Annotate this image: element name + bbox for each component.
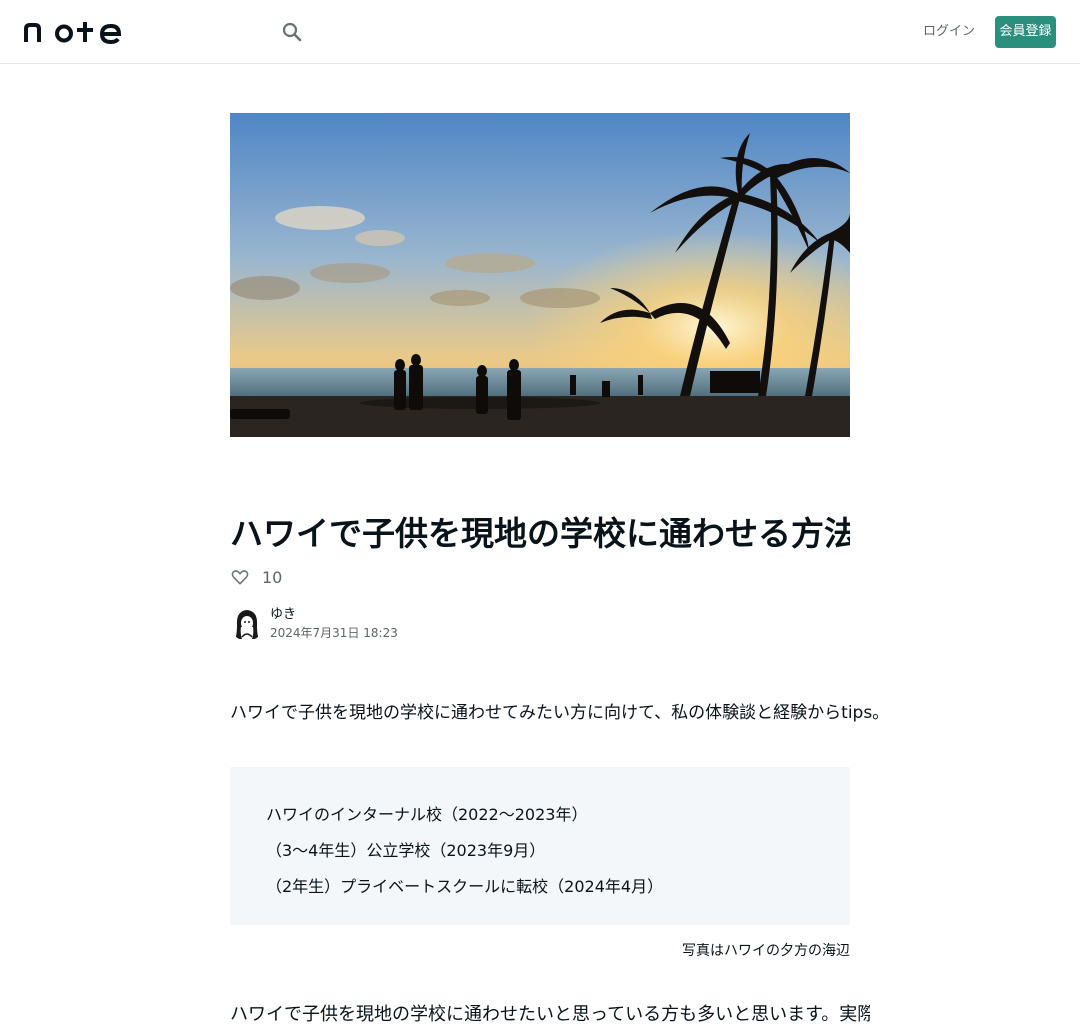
like-area: 10: [230, 566, 282, 588]
search-icon[interactable]: [280, 20, 304, 44]
author-name[interactable]: ゆき: [270, 606, 398, 624]
heart-outline-icon[interactable]: [230, 567, 250, 587]
like-count: 10: [262, 567, 283, 587]
login-link[interactable]: ログイン: [922, 16, 976, 48]
note-logo[interactable]: [24, 20, 122, 44]
toc-item: ハワイのインターナル校（2022〜2023年）: [266, 805, 588, 824]
body-paragraph: ハワイで子供を現地の学校に通わせたいと思っている方も多いと思います。実際に私の経…: [230, 1004, 870, 1025]
toc-box: ハワイのインターナル校（2022〜2023年） （3〜4年生）公立学校（2023…: [230, 767, 850, 925]
lead-paragraph: ハワイで子供を現地の学校に通わせてみたい方に向けて、私の体験談と経験からtips…: [230, 703, 890, 723]
signup-button[interactable]: 会員登録: [995, 16, 1056, 48]
author-avatar[interactable]: [230, 607, 264, 641]
beach-sunset-photo: [230, 113, 850, 437]
author-block: ゆき 2024年7月31日 18:23: [230, 606, 398, 642]
toc-item: （3〜4年生）公立学校（2023年9月）: [266, 841, 546, 860]
site-header: ログイン 会員登録: [0, 0, 1080, 64]
toc-item: （2年生）プライベートスクールに転校（2024年4月）: [266, 877, 664, 896]
article-title: ハワイで子供を現地の学校に通わせる方法と体験談: [230, 514, 850, 553]
post-date: 2024年7月31日 18:23: [270, 626, 398, 640]
image-caption: 写真はハワイの夕方の海辺: [682, 943, 850, 959]
